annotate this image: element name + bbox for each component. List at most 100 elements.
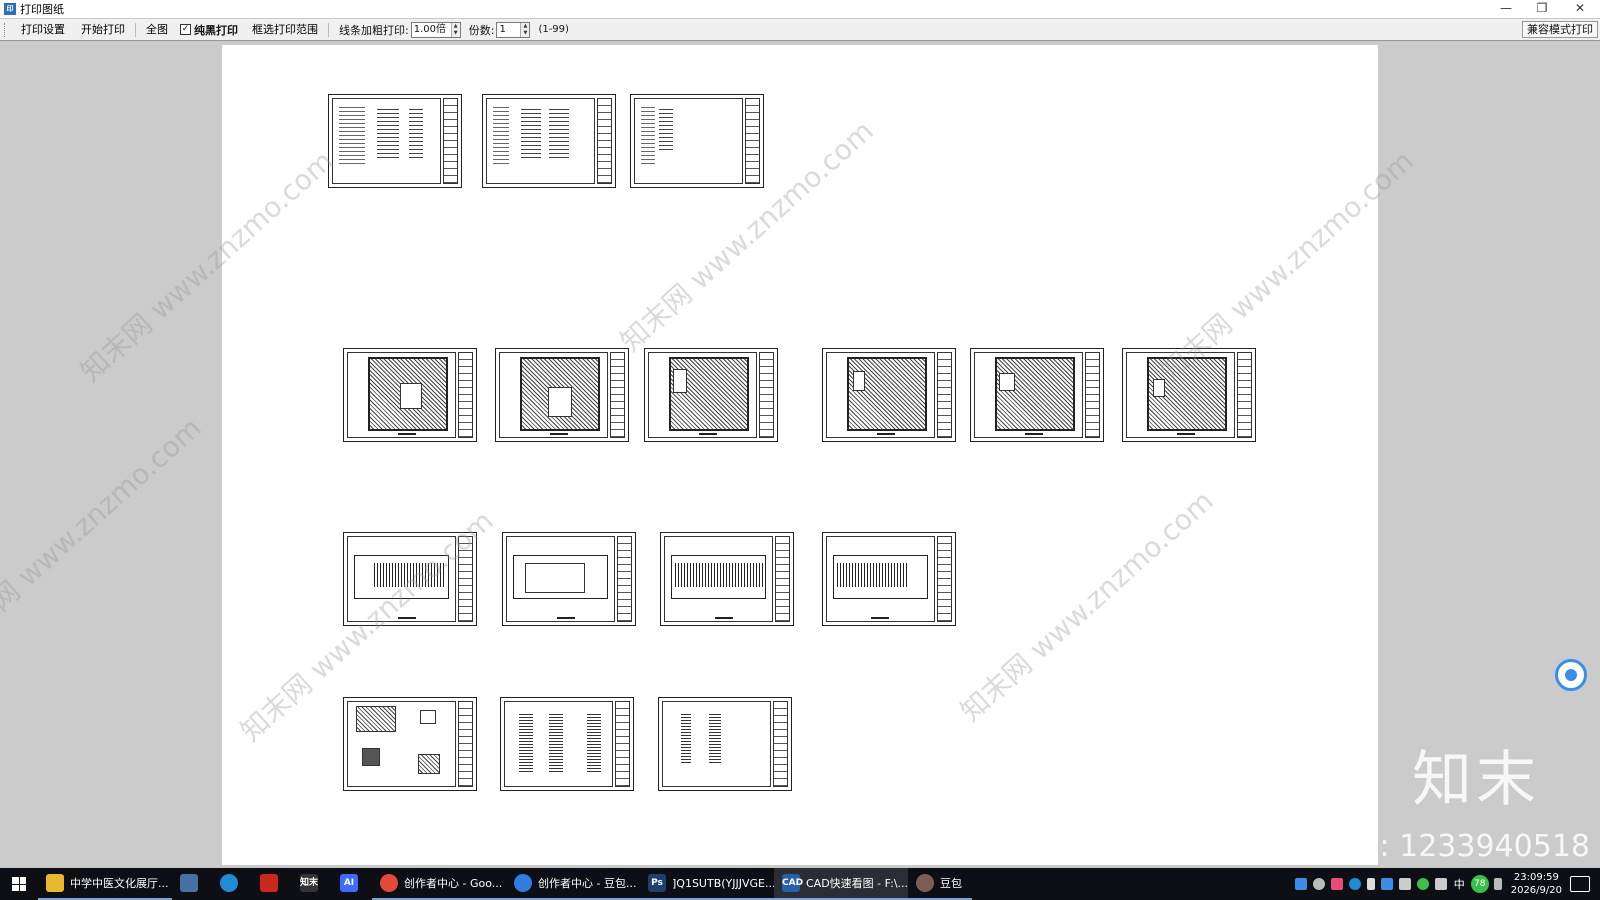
close-button[interactable]: ✕ bbox=[1562, 0, 1598, 18]
minimize-button[interactable]: — bbox=[1488, 0, 1524, 18]
start-button[interactable] bbox=[0, 868, 38, 900]
copies-range-hint: (1-99) bbox=[538, 24, 569, 35]
drawing-sheet-elevation[interactable] bbox=[660, 532, 794, 626]
taskbar: 中学中医文化展厅... 知末 AI 创作者中心 - Goo... 创作者中心 - 豆包.… bbox=[0, 868, 1600, 900]
id-watermark: ID: 1233940518 bbox=[1347, 829, 1590, 864]
taskbar-item[interactable]: 创作者中心 - Goo... bbox=[372, 868, 506, 900]
print-preview-area[interactable]: 知末网 www.znzmo.com 知末网 www.znzmo.com 知末网 … bbox=[0, 42, 1600, 866]
watermark-text: 知末网 www.znzmo.com bbox=[0, 411, 208, 656]
cad-viewer-icon: CAD bbox=[782, 874, 803, 892]
volume-icon[interactable] bbox=[1434, 878, 1447, 890]
photoshop-icon: Ps bbox=[648, 874, 666, 892]
pure-black-checkbox[interactable]: ✓ bbox=[180, 24, 191, 35]
taskbar-item-label: 豆包 bbox=[940, 877, 962, 890]
folder-icon bbox=[46, 874, 64, 892]
system-tray: 中 78 23:09:59 2026/9/20 bbox=[1292, 868, 1600, 900]
taskbar-item[interactable]: AI bbox=[332, 868, 372, 900]
tray-app-icon[interactable] bbox=[1380, 878, 1393, 890]
toolbar-divider bbox=[135, 22, 136, 37]
chrome-icon bbox=[380, 874, 398, 892]
taskbar-item[interactable]: 豆包 bbox=[908, 868, 972, 900]
tray-app-icon[interactable] bbox=[1330, 878, 1343, 890]
drawing-sheet-plan[interactable] bbox=[822, 348, 956, 442]
drawing-sheet-elevation[interactable] bbox=[502, 532, 636, 626]
security-badge[interactable]: 78 bbox=[1470, 875, 1489, 893]
taskbar-item[interactable]: Ps ]Q1SUTB(YJJJVGE... bbox=[640, 868, 776, 900]
taskbar-item-label: 创作者中心 - 豆包... bbox=[538, 877, 637, 890]
line-bold-spin-icon[interactable]: ▲ ▼ bbox=[450, 22, 460, 37]
doubao-icon bbox=[916, 874, 934, 892]
drawing-sheet-elevation[interactable] bbox=[822, 532, 956, 626]
clock-time: 23:09:59 bbox=[1513, 872, 1559, 883]
wifi-icon[interactable] bbox=[1398, 878, 1411, 890]
full-view-button[interactable]: 全图 bbox=[138, 20, 176, 40]
edge-browser-icon bbox=[220, 874, 238, 892]
toolbar-divider bbox=[328, 22, 329, 37]
clock[interactable]: 23:09:59 2026/9/20 bbox=[1511, 871, 1562, 897]
taskbar-item[interactable]: 中学中医文化展厅... bbox=[38, 868, 172, 900]
calculator-icon bbox=[180, 874, 198, 892]
drawing-sheet-elevation[interactable] bbox=[343, 532, 477, 626]
taskbar-item-label: CAD快速看图 - F:\... bbox=[806, 877, 909, 890]
drawing-sheet-index[interactable] bbox=[328, 94, 462, 188]
app-icon: 印 bbox=[4, 3, 16, 15]
copies-spin-icon[interactable]: ▲ ▼ bbox=[520, 22, 530, 37]
taskbar-item[interactable]: 知末 bbox=[292, 868, 332, 900]
toolbar-grip[interactable] bbox=[4, 22, 7, 37]
line-bold-value[interactable]: 1.00倍 bbox=[412, 23, 451, 37]
windows-logo-icon bbox=[12, 877, 26, 891]
ime-indicator[interactable]: 中 bbox=[1454, 876, 1465, 892]
taskbar-item-label: 创作者中心 - Goo... bbox=[404, 877, 503, 890]
taskbar-item[interactable]: 创作者中心 - 豆包... bbox=[506, 868, 640, 900]
box-select-range-button[interactable]: 框选打印范围 bbox=[244, 20, 326, 40]
copies-stepper[interactable]: 1 ▲ ▼ bbox=[496, 21, 531, 38]
line-bold-label: 线条加粗打印: bbox=[339, 23, 409, 37]
notification-icon[interactable] bbox=[1570, 876, 1590, 892]
tray-app-icon[interactable] bbox=[1294, 878, 1307, 890]
watermark-text: 知末网 www.znzmo.com bbox=[74, 144, 340, 389]
copies-label: 份数: bbox=[468, 23, 495, 37]
taskbar-apps: 中学中医文化展厅... 知末 AI 创作者中心 - Goo... 创作者中心 - 豆包.… bbox=[38, 868, 972, 900]
taskbar-item[interactable] bbox=[172, 868, 212, 900]
start-print-button[interactable]: 开始打印 bbox=[73, 20, 133, 40]
clock-date: 2026/9/20 bbox=[1510, 885, 1562, 896]
compat-mode-print-button[interactable]: 兼容模式打印 bbox=[1522, 21, 1598, 38]
drawing-sheet-plan[interactable] bbox=[970, 348, 1104, 442]
watermark-text: 知末网 www.znzmo.com bbox=[954, 484, 1220, 729]
taskbar-item[interactable] bbox=[212, 868, 252, 900]
usb-icon[interactable] bbox=[1366, 878, 1375, 890]
doubao-browser-icon bbox=[514, 874, 532, 892]
print-paper[interactable]: 知末网 www.znzmo.com 知末网 www.znzmo.com 知末网 … bbox=[74, 45, 1420, 865]
autocad-icon bbox=[260, 874, 278, 892]
pure-black-print-toggle[interactable]: ✓ 纯黑打印 bbox=[176, 22, 244, 38]
drawing-sheet-detail[interactable] bbox=[343, 697, 477, 791]
tray-app-icon[interactable] bbox=[1312, 878, 1325, 890]
brand-watermark: 知末 bbox=[1412, 745, 1540, 815]
title-bar: 印 打印图纸 — ❐ ✕ bbox=[0, 0, 1600, 18]
print-toolbar: 打印设置 开始打印 全图 ✓ 纯黑打印 框选打印范围 线条加粗打印: 1.00倍… bbox=[0, 19, 1600, 41]
drawing-sheet-plan[interactable] bbox=[644, 348, 778, 442]
window-title: 打印图纸 bbox=[20, 3, 64, 16]
taskbar-item-label: 中学中医文化展厅... bbox=[70, 877, 169, 890]
tray-app-icon[interactable] bbox=[1348, 878, 1361, 890]
wechat-icon[interactable] bbox=[1416, 878, 1429, 890]
floating-assistant-icon[interactable] bbox=[1555, 659, 1587, 691]
drawing-sheet-notes[interactable] bbox=[482, 94, 616, 188]
ai-app-icon: AI bbox=[340, 874, 358, 892]
drawing-sheet-plan[interactable] bbox=[343, 348, 477, 442]
taskbar-item[interactable]: CAD CAD快速看图 - F:\... bbox=[774, 868, 908, 900]
restore-button[interactable]: ❐ bbox=[1524, 0, 1560, 18]
drawing-sheet-detail[interactable] bbox=[658, 697, 792, 791]
print-settings-button[interactable]: 打印设置 bbox=[13, 20, 73, 40]
taskbar-item[interactable] bbox=[252, 868, 292, 900]
drawing-sheet-plan[interactable] bbox=[1122, 348, 1256, 442]
taskbar-item-label: ]Q1SUTB(YJJJVGE... bbox=[672, 876, 776, 890]
zhimo-icon: 知末 bbox=[300, 874, 318, 892]
line-bold-stepper[interactable]: 1.00倍 ▲ ▼ bbox=[410, 21, 461, 38]
pure-black-label: 纯黑打印 bbox=[194, 23, 238, 37]
drawing-sheet-plan[interactable] bbox=[495, 348, 629, 442]
battery-icon[interactable] bbox=[1493, 878, 1502, 890]
copies-value[interactable]: 1 bbox=[497, 23, 520, 37]
drawing-sheet-materials[interactable] bbox=[630, 94, 764, 188]
drawing-sheet-detail[interactable] bbox=[500, 697, 634, 791]
